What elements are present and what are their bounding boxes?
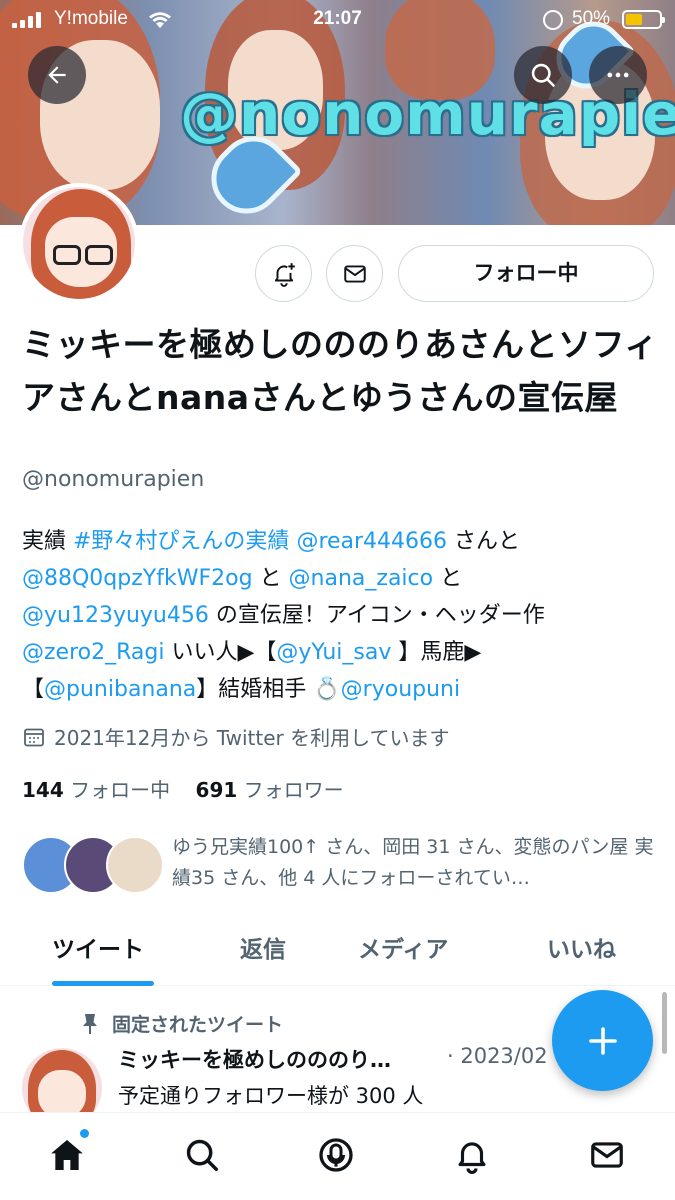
follow-counts: 144 フォロー中 691 フォロワー	[22, 774, 344, 803]
compose-tweet-button[interactable]	[552, 990, 653, 1091]
battery-icon	[622, 10, 665, 29]
mutual-followers-text: ゆう兄実績100↑ さん、岡田 31 さん、変態のパン屋 実績35 さん、他 4…	[172, 836, 654, 889]
display-name: ミッキーを極めしのののりあさんとソフィアさんとnanaさんとゆうさんの宣伝屋	[22, 325, 658, 417]
spaces-icon	[319, 1138, 353, 1172]
home-icon	[51, 1140, 83, 1170]
nav-home[interactable]	[45, 1129, 89, 1177]
bio-hashtag[interactable]: #野々村ぴえんの実績	[73, 529, 289, 554]
status-bar: Y!mobile 21:07 50%	[0, 0, 675, 40]
home-notification-dot	[80, 1129, 89, 1138]
bio-mention[interactable]: @nana_zaico	[289, 566, 434, 591]
nav-notifications[interactable]	[450, 1133, 494, 1177]
calendar-icon	[24, 728, 44, 746]
back-button[interactable]	[28, 46, 86, 104]
mutual-avatar	[106, 836, 164, 894]
following-link[interactable]: 144 フォロー中	[22, 778, 170, 802]
tab-likes[interactable]: いいね	[547, 930, 616, 964]
message-button[interactable]	[326, 245, 383, 302]
bio-mention[interactable]: @88Q0qpzYfkWF2og	[22, 566, 253, 591]
bio-mention[interactable]: @punibanana	[44, 677, 196, 702]
pinned-label: 固定されたツイート	[80, 1010, 283, 1037]
bio-mention[interactable]: @yYui_sav	[276, 640, 391, 665]
notify-button[interactable]	[255, 245, 312, 302]
nav-search[interactable]	[180, 1133, 224, 1177]
search-icon	[531, 63, 555, 87]
tab-media[interactable]: メディア	[358, 930, 448, 964]
tab-replies[interactable]: 返信	[240, 930, 286, 964]
search-icon	[186, 1139, 218, 1171]
envelope-icon	[591, 1142, 623, 1168]
plus-icon	[588, 1026, 617, 1055]
orientation-lock-icon	[543, 10, 563, 30]
tweet-date[interactable]: · 2023/02	[447, 1044, 548, 1068]
user-handle: @nonomurapien	[22, 467, 205, 492]
more-button[interactable]	[589, 46, 647, 104]
profile-tabs: ツイート 返信 メディア いいね	[0, 912, 675, 986]
bio-mention[interactable]: @ryoupuni	[341, 677, 460, 702]
more-horizontal-icon	[607, 72, 629, 78]
search-button[interactable]	[514, 46, 572, 104]
nav-messages[interactable]	[585, 1133, 629, 1177]
pin-icon	[83, 1013, 97, 1034]
scrollbar[interactable]	[662, 992, 667, 1054]
envelope-icon	[343, 264, 366, 283]
joined-date: 2021年12月から Twitter を利用しています	[22, 722, 450, 751]
arrow-left-icon	[48, 66, 66, 84]
battery-percent: 50%	[572, 8, 611, 29]
bell-icon	[458, 1142, 486, 1174]
mutual-followers[interactable]: ゆう兄実績100↑ さん、岡田 31 さん、変態のパン屋 実績35 さん、他 4…	[22, 832, 662, 896]
profile-avatar[interactable]	[19, 183, 139, 303]
tab-tweets[interactable]: ツイート	[52, 930, 144, 964]
nav-spaces[interactable]	[314, 1133, 358, 1177]
following-button[interactable]: フォロー中	[398, 245, 654, 302]
joined-text: 2021年12月から Twitter を利用しています	[54, 726, 450, 750]
bio-mention[interactable]: @yu123yuyu456	[22, 603, 209, 628]
tweet-text[interactable]: 予定通りフォロワー様が 300 人	[118, 1080, 423, 1110]
followers-link[interactable]: 691 フォロワー	[196, 778, 344, 802]
tweet-author-name[interactable]: ミッキーを極めしのののり…	[118, 1044, 391, 1074]
bio-mention[interactable]: @rear444666	[296, 529, 447, 554]
active-tab-indicator	[52, 981, 154, 986]
bio-mention[interactable]: @zero2_Ragi	[22, 640, 164, 665]
bell-plus-icon	[274, 262, 295, 287]
profile-bio: 実績 #野々村ぴえんの実績 @rear444666 さんと @88Q0qpzYf…	[22, 529, 545, 702]
bottom-navigation	[0, 1112, 675, 1200]
